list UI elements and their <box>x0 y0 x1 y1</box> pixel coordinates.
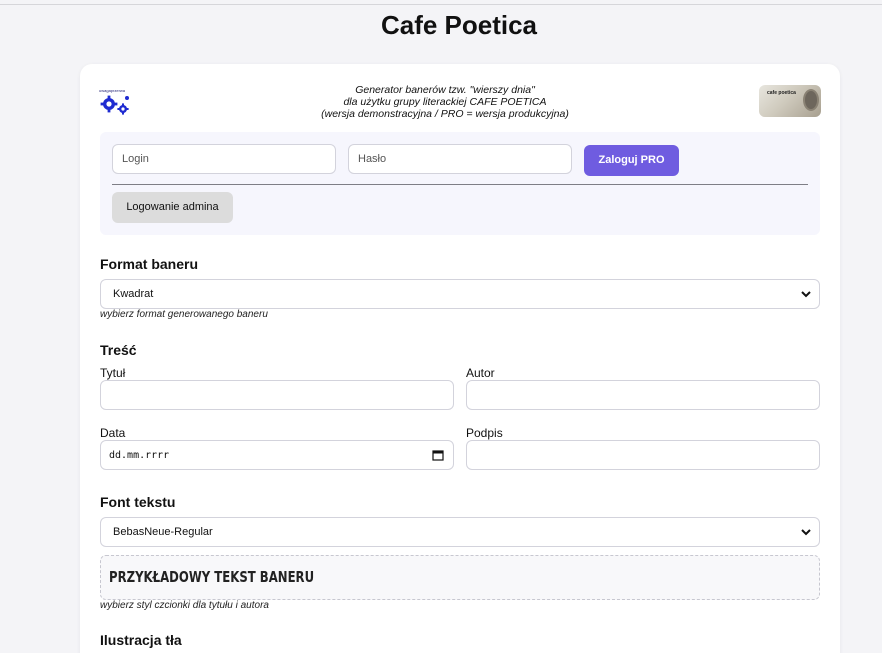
main-card: uwagaprzerwa Generator banerów tzw. "wie… <box>80 64 840 653</box>
format-section-title: Format baneru <box>100 256 199 272</box>
login-input[interactable]: Login <box>112 144 336 174</box>
font-hint: wybierz styl czcionki dla tytułu i autor… <box>100 600 269 611</box>
gears-icon <box>100 95 129 115</box>
illustration-section-title: Ilustracja tła <box>100 632 182 648</box>
font-preview-text: PRZYKŁADOWY TEKST BANERU <box>109 568 315 586</box>
header-line-1: Generator banerów tzw. "wierszy dnia" <box>355 84 535 96</box>
header-description: Generator banerów tzw. "wierszy dnia" dl… <box>280 84 610 120</box>
login-panel: Login Hasło Zaloguj PRO Logowanie admina <box>100 132 820 235</box>
date-placeholder: dd.mm.rrrr <box>109 450 170 461</box>
title-label: Tytuł <box>100 366 126 380</box>
signature-label: Podpis <box>466 426 503 440</box>
password-input[interactable]: Hasło <box>348 144 572 174</box>
login-pro-button[interactable]: Zaloguj PRO <box>584 145 679 176</box>
author-label: Autor <box>466 366 495 380</box>
right-logo: cafe poetica <box>759 85 821 117</box>
format-selected-value: Kwadrat <box>113 288 154 300</box>
date-label: Data <box>100 426 126 440</box>
date-input[interactable]: dd.mm.rrrr <box>100 440 454 470</box>
format-select[interactable]: Kwadrat <box>100 279 820 309</box>
page-title: Cafe Poetica <box>380 10 538 40</box>
calendar-icon[interactable] <box>432 449 444 461</box>
top-border-line <box>0 4 882 5</box>
font-selected-value: BebasNeue-Regular <box>113 526 213 538</box>
signature-input[interactable] <box>466 440 820 470</box>
author-input[interactable] <box>466 380 820 410</box>
header-line-2: dla użytku grupy literackiej CAFE POETIC… <box>343 96 547 108</box>
title-input[interactable] <box>100 380 454 410</box>
right-logo-text: cafe poetica <box>767 90 796 96</box>
coffee-cup-icon <box>803 89 819 111</box>
font-select[interactable]: BebasNeue-Regular <box>100 517 820 547</box>
content-section-title: Treść <box>100 342 137 358</box>
login-divider <box>112 184 808 185</box>
left-logo: uwagaprzerwa <box>99 88 133 116</box>
font-section-title: Font tekstu <box>100 494 176 510</box>
header-line-3: (wersja demonstracyjna / PRO = wersja pr… <box>321 108 569 120</box>
chevron-down-icon <box>801 291 811 298</box>
chevron-down-icon <box>801 529 811 536</box>
font-preview-box: PRZYKŁADOWY TEKST BANERU <box>100 555 820 600</box>
format-hint: wybierz format generowanego baneru <box>100 309 268 320</box>
admin-login-button[interactable]: Logowanie admina <box>112 192 233 223</box>
